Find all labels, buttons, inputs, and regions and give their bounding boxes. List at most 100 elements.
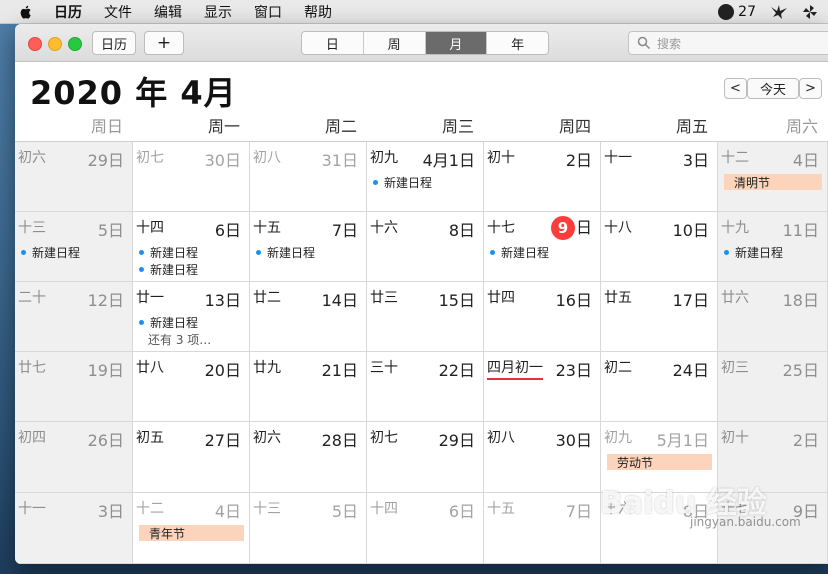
event-title: 新建日程 <box>32 246 81 260</box>
calendar-event[interactable]: 新建日程 <box>139 261 198 278</box>
day-cell[interactable]: 廿五 17日 <box>601 282 718 352</box>
menu-file[interactable]: 文件 <box>104 2 132 22</box>
day-cell[interactable]: 初七 30日 <box>133 142 250 212</box>
day-cell[interactable]: 初九 4月1日 新建日程 <box>367 142 484 212</box>
day-cell[interactable]: 十二 4日 青年节 <box>133 493 250 564</box>
day-number: 30日 <box>555 431 592 450</box>
calendar-event[interactable]: 新建日程 <box>256 244 315 261</box>
lunar-date: 十九 <box>721 220 749 236</box>
more-events-link[interactable]: 还有 3 项… <box>148 331 211 348</box>
search-field[interactable]: 搜索 <box>628 31 828 55</box>
day-cell[interactable]: 廿九 21日 <box>250 352 367 422</box>
day-cell[interactable]: 十四 6日 新建日程 新建日程 <box>133 212 250 282</box>
lunar-date: 廿三 <box>370 290 398 306</box>
bird-icon[interactable] <box>770 4 788 20</box>
day-cell[interactable]: 十三 5日 <box>250 493 367 564</box>
day-cell[interactable]: 廿四 16日 <box>484 282 601 352</box>
close-window-button[interactable] <box>28 37 42 51</box>
menu-edit[interactable]: 编辑 <box>154 2 182 22</box>
menu-help[interactable]: 帮助 <box>304 2 332 22</box>
day-cell[interactable]: 十六 8日 <box>367 212 484 282</box>
day-cell[interactable]: 初六 28日 <box>250 422 367 493</box>
weather-status[interactable]: 27 <box>718 3 756 20</box>
day-cell[interactable]: 廿二 14日 <box>250 282 367 352</box>
day-cell[interactable]: 十五 7日 新建日程 <box>250 212 367 282</box>
day-cell[interactable]: 廿一 13日 新建日程 还有 3 项… <box>133 282 250 352</box>
day-cell[interactable]: 廿六 18日 <box>718 282 828 352</box>
day-cell[interactable]: 三十 22日 <box>367 352 484 422</box>
day-cell[interactable]: 初三 25日 <box>718 352 828 422</box>
tab-day[interactable]: 日 <box>302 32 364 54</box>
day-cell[interactable]: 初八 30日 <box>484 422 601 493</box>
event-dot-icon <box>139 320 144 325</box>
day-cell[interactable]: 十二 4日 清明节 <box>718 142 828 212</box>
day-cell[interactable]: 初六 29日 <box>15 142 133 212</box>
day-cell[interactable]: 十八 10日 <box>601 212 718 282</box>
lunar-date: 十七 <box>487 220 515 236</box>
holiday-banner[interactable]: 清明节 <box>724 174 822 190</box>
next-month-button[interactable]: > <box>799 78 822 99</box>
day-cell[interactable]: 十五 7日 <box>484 493 601 564</box>
day-cell[interactable]: 十一 3日 <box>15 493 133 564</box>
calendar-event[interactable]: 新建日程 <box>373 174 432 191</box>
day-cell[interactable]: 初十 2日 <box>484 142 601 212</box>
apple-icon[interactable] <box>18 4 34 20</box>
day-cell[interactable]: 初八 31日 <box>250 142 367 212</box>
add-event-button[interactable]: + <box>144 31 184 55</box>
day-cell[interactable]: 十九 11日 新建日程 <box>718 212 828 282</box>
tab-week[interactable]: 周 <box>364 32 426 54</box>
day-cell[interactable]: 四月初一 23日 <box>484 352 601 422</box>
day-cell[interactable]: 廿七 19日 <box>15 352 133 422</box>
calendars-button[interactable]: 日历 <box>92 31 136 55</box>
event-dot-icon <box>373 180 378 185</box>
tab-month[interactable]: 月 <box>425 32 488 54</box>
holiday-banner[interactable]: 劳动节 <box>607 454 712 470</box>
calendar-event[interactable]: 新建日程 <box>724 244 783 261</box>
calendar-event[interactable]: 新建日程 <box>21 244 80 261</box>
holiday-banner[interactable]: 青年节 <box>139 525 244 541</box>
today-button[interactable]: 今天 <box>747 78 799 99</box>
menu-app-name[interactable]: 日历 <box>54 2 82 22</box>
day-number: 17日 <box>672 291 709 310</box>
day-cell[interactable]: 二十 12日 <box>15 282 133 352</box>
menu-view[interactable]: 显示 <box>204 2 232 22</box>
day-cell[interactable]: 初七 29日 <box>367 422 484 493</box>
lunar-date: 十五 <box>253 220 281 236</box>
previous-month-button[interactable]: < <box>724 78 747 99</box>
search-icon <box>637 36 651 50</box>
weekday-header: 周一 <box>207 117 240 136</box>
day-cell[interactable]: 十七 9 日新建日程 <box>484 212 601 282</box>
lunar-date: 十三 <box>253 501 281 517</box>
event-title: 新建日程 <box>150 246 199 260</box>
day-number: 7日 <box>565 502 592 521</box>
minimize-window-button[interactable] <box>48 37 62 51</box>
day-number: 5日 <box>331 502 358 521</box>
day-cell[interactable]: 初五 27日 <box>133 422 250 493</box>
day-number: 28日 <box>321 431 358 450</box>
day-cell[interactable]: 廿八 20日 <box>133 352 250 422</box>
zoom-window-button[interactable] <box>68 37 82 51</box>
lunar-date: 初五 <box>136 430 164 446</box>
day-suffix: 日 <box>575 218 592 237</box>
view-segmented-control: 日 周 月 年 <box>301 31 549 55</box>
pinwheel-icon[interactable] <box>802 4 818 20</box>
day-cell[interactable]: 十一 3日 <box>601 142 718 212</box>
day-cell[interactable]: 初二 24日 <box>601 352 718 422</box>
calendar-event[interactable]: 新建日程 <box>139 314 198 331</box>
day-cell[interactable]: 廿三 15日 <box>367 282 484 352</box>
day-cell[interactable]: 初四 26日 <box>15 422 133 493</box>
lunar-date: 十三 <box>18 220 46 236</box>
day-number: 18日 <box>782 291 819 310</box>
day-cell[interactable]: 十三 5日 新建日程 <box>15 212 133 282</box>
calendar-event[interactable]: 新建日程 <box>490 244 549 261</box>
menu-window[interactable]: 窗口 <box>254 2 282 22</box>
weekday-header: 周五 <box>675 117 708 136</box>
day-cell[interactable]: 十四 6日 <box>367 493 484 564</box>
weather-icon <box>718 3 735 20</box>
day-number: 9日 <box>550 214 592 240</box>
lunar-date: 初十 <box>487 150 515 166</box>
day-number: 3日 <box>97 502 124 521</box>
calendar-event[interactable]: 新建日程 <box>139 244 198 261</box>
day-number: 4月1日 <box>422 151 475 170</box>
tab-year[interactable]: 年 <box>487 32 548 54</box>
